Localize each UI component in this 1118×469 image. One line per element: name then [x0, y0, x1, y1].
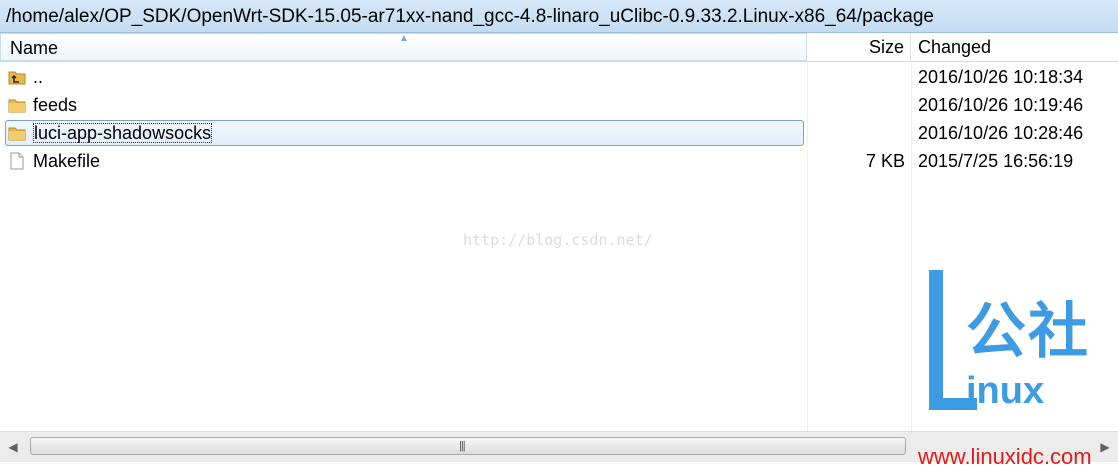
scroll-left-arrow-icon[interactable]: ◀	[4, 438, 22, 456]
focused-file-name: luci-app-shadowsocks	[33, 123, 213, 143]
file-changed: 2016/10/26 10:18:34	[918, 67, 1084, 87]
watermark-site-url: www.linuxidc.com	[918, 444, 1092, 469]
folder-icon	[8, 127, 26, 141]
file-browser-window: /home/alex/OP_SDK/OpenWrt-SDK-15.05-ar71…	[0, 0, 1118, 468]
file-changed: 2015/7/25 16:56:19	[918, 151, 1074, 171]
file-size	[807, 63, 905, 91]
parent-folder-icon	[8, 71, 26, 85]
scroll-right-arrow-icon[interactable]: ▶	[1096, 438, 1114, 456]
column-header-name[interactable]: Name ▲	[0, 33, 807, 61]
file-row-luci-app-shadowsocks[interactable]: luci-app-shadowsocks 2016/10/26 10:28:46	[0, 119, 1118, 147]
column-header-size[interactable]: Size	[807, 33, 911, 61]
grip-icon: |||	[459, 440, 466, 452]
path-bar[interactable]: /home/alex/OP_SDK/OpenWrt-SDK-15.05-ar71…	[0, 0, 1118, 33]
file-row-feeds[interactable]: feeds 2016/10/26 10:19:46	[0, 91, 1118, 119]
watermark-url: http://blog.csdn.net/	[463, 231, 653, 249]
logo-latin-text: inux	[966, 370, 1045, 412]
file-name: feeds	[33, 95, 78, 115]
logo-bar-vertical	[929, 270, 943, 410]
file-name: luci-app-shadowsocks	[33, 119, 213, 147]
linux-logo-l-mark	[929, 270, 977, 410]
file-changed: 2016/10/26 10:28:46	[918, 123, 1084, 143]
column-header: Name ▲ Size Changed	[0, 33, 1118, 62]
file-changed: 2016/10/26 10:19:46	[918, 95, 1084, 115]
column-header-name-label: Name	[10, 38, 59, 58]
scrollbar-thumb[interactable]: |||	[30, 437, 906, 455]
folder-icon	[8, 99, 26, 113]
file-size: 7 KB	[865, 151, 905, 171]
sort-ascending-icon: ▲	[399, 33, 409, 44]
column-header-changed[interactable]: Changed	[911, 33, 1118, 61]
file-size	[807, 91, 905, 119]
file-name: ..	[33, 67, 44, 87]
file-row-makefile[interactable]: Makefile 7 KB 2015/7/25 16:56:19	[0, 147, 1118, 175]
file-row-parent[interactable]: .. 2016/10/26 10:18:34	[0, 63, 1118, 91]
file-icon	[10, 152, 24, 170]
file-size	[807, 119, 905, 147]
file-name: Makefile	[33, 151, 101, 171]
logo-chinese-text: 公社	[966, 298, 1090, 365]
